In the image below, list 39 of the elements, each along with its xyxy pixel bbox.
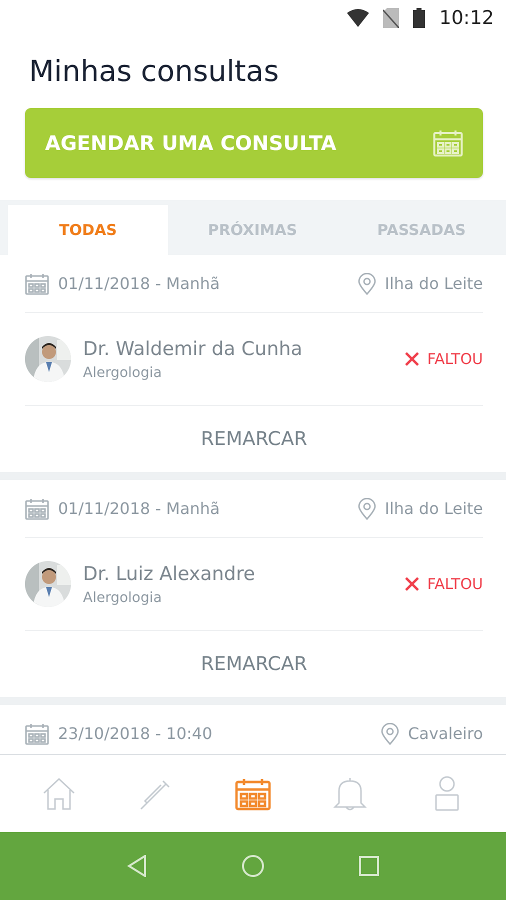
appointment-date: 01/11/2018 - Manhã — [58, 499, 220, 518]
bell-icon[interactable] — [333, 776, 368, 812]
specialty: Alergologia — [83, 364, 163, 380]
reschedule-button[interactable]: REMARCAR — [192, 649, 316, 679]
reschedule-button[interactable]: REMARCAR — [192, 424, 316, 454]
location-pin-icon — [381, 722, 399, 744]
location: Ilha do Leite — [384, 274, 483, 293]
specialty: Alergologia — [83, 590, 163, 606]
calendar-icon[interactable] — [234, 776, 271, 810]
page-title: Minhas consultas — [29, 54, 279, 88]
home-icon[interactable] — [42, 776, 76, 810]
calendar-icon — [25, 498, 49, 520]
tab[interactable]: TODAS — [8, 205, 168, 255]
location-pin-icon — [358, 272, 376, 294]
doctor-name: Dr. Luiz Alexandre — [83, 562, 256, 584]
recents-icon[interactable] — [359, 856, 379, 876]
location-pin-icon — [358, 498, 376, 520]
schedule-button[interactable]: AGENDAR UMA CONSULTA — [25, 108, 483, 178]
tab[interactable]: PRÓXIMAS — [168, 205, 337, 255]
status-label: FALTOU — [427, 350, 483, 368]
home-button-icon[interactable] — [242, 855, 264, 877]
profile-icon[interactable] — [434, 776, 460, 812]
clock-time: 10:12 — [439, 7, 494, 29]
tab[interactable]: PASSADAS — [337, 205, 506, 255]
doctor-name: Dr. Waldemir da Cunha — [83, 338, 302, 360]
back-icon[interactable] — [127, 855, 147, 877]
wifi-icon — [347, 9, 370, 27]
no-sim-icon — [383, 8, 400, 28]
appointment-date: 23/10/2018 - 10:40 — [58, 724, 212, 743]
calendar-icon — [25, 722, 49, 744]
location: Cavaleiro — [408, 724, 483, 743]
cross-icon — [405, 577, 420, 591]
appointment-date: 01/11/2018 - Manhã — [58, 274, 220, 293]
calendar-icon — [433, 129, 463, 157]
status-label: FALTOU — [427, 575, 483, 593]
location: Ilha do Leite — [384, 499, 483, 518]
calendar-icon — [25, 272, 49, 294]
battery-icon — [413, 8, 426, 28]
cross-icon — [405, 352, 420, 366]
